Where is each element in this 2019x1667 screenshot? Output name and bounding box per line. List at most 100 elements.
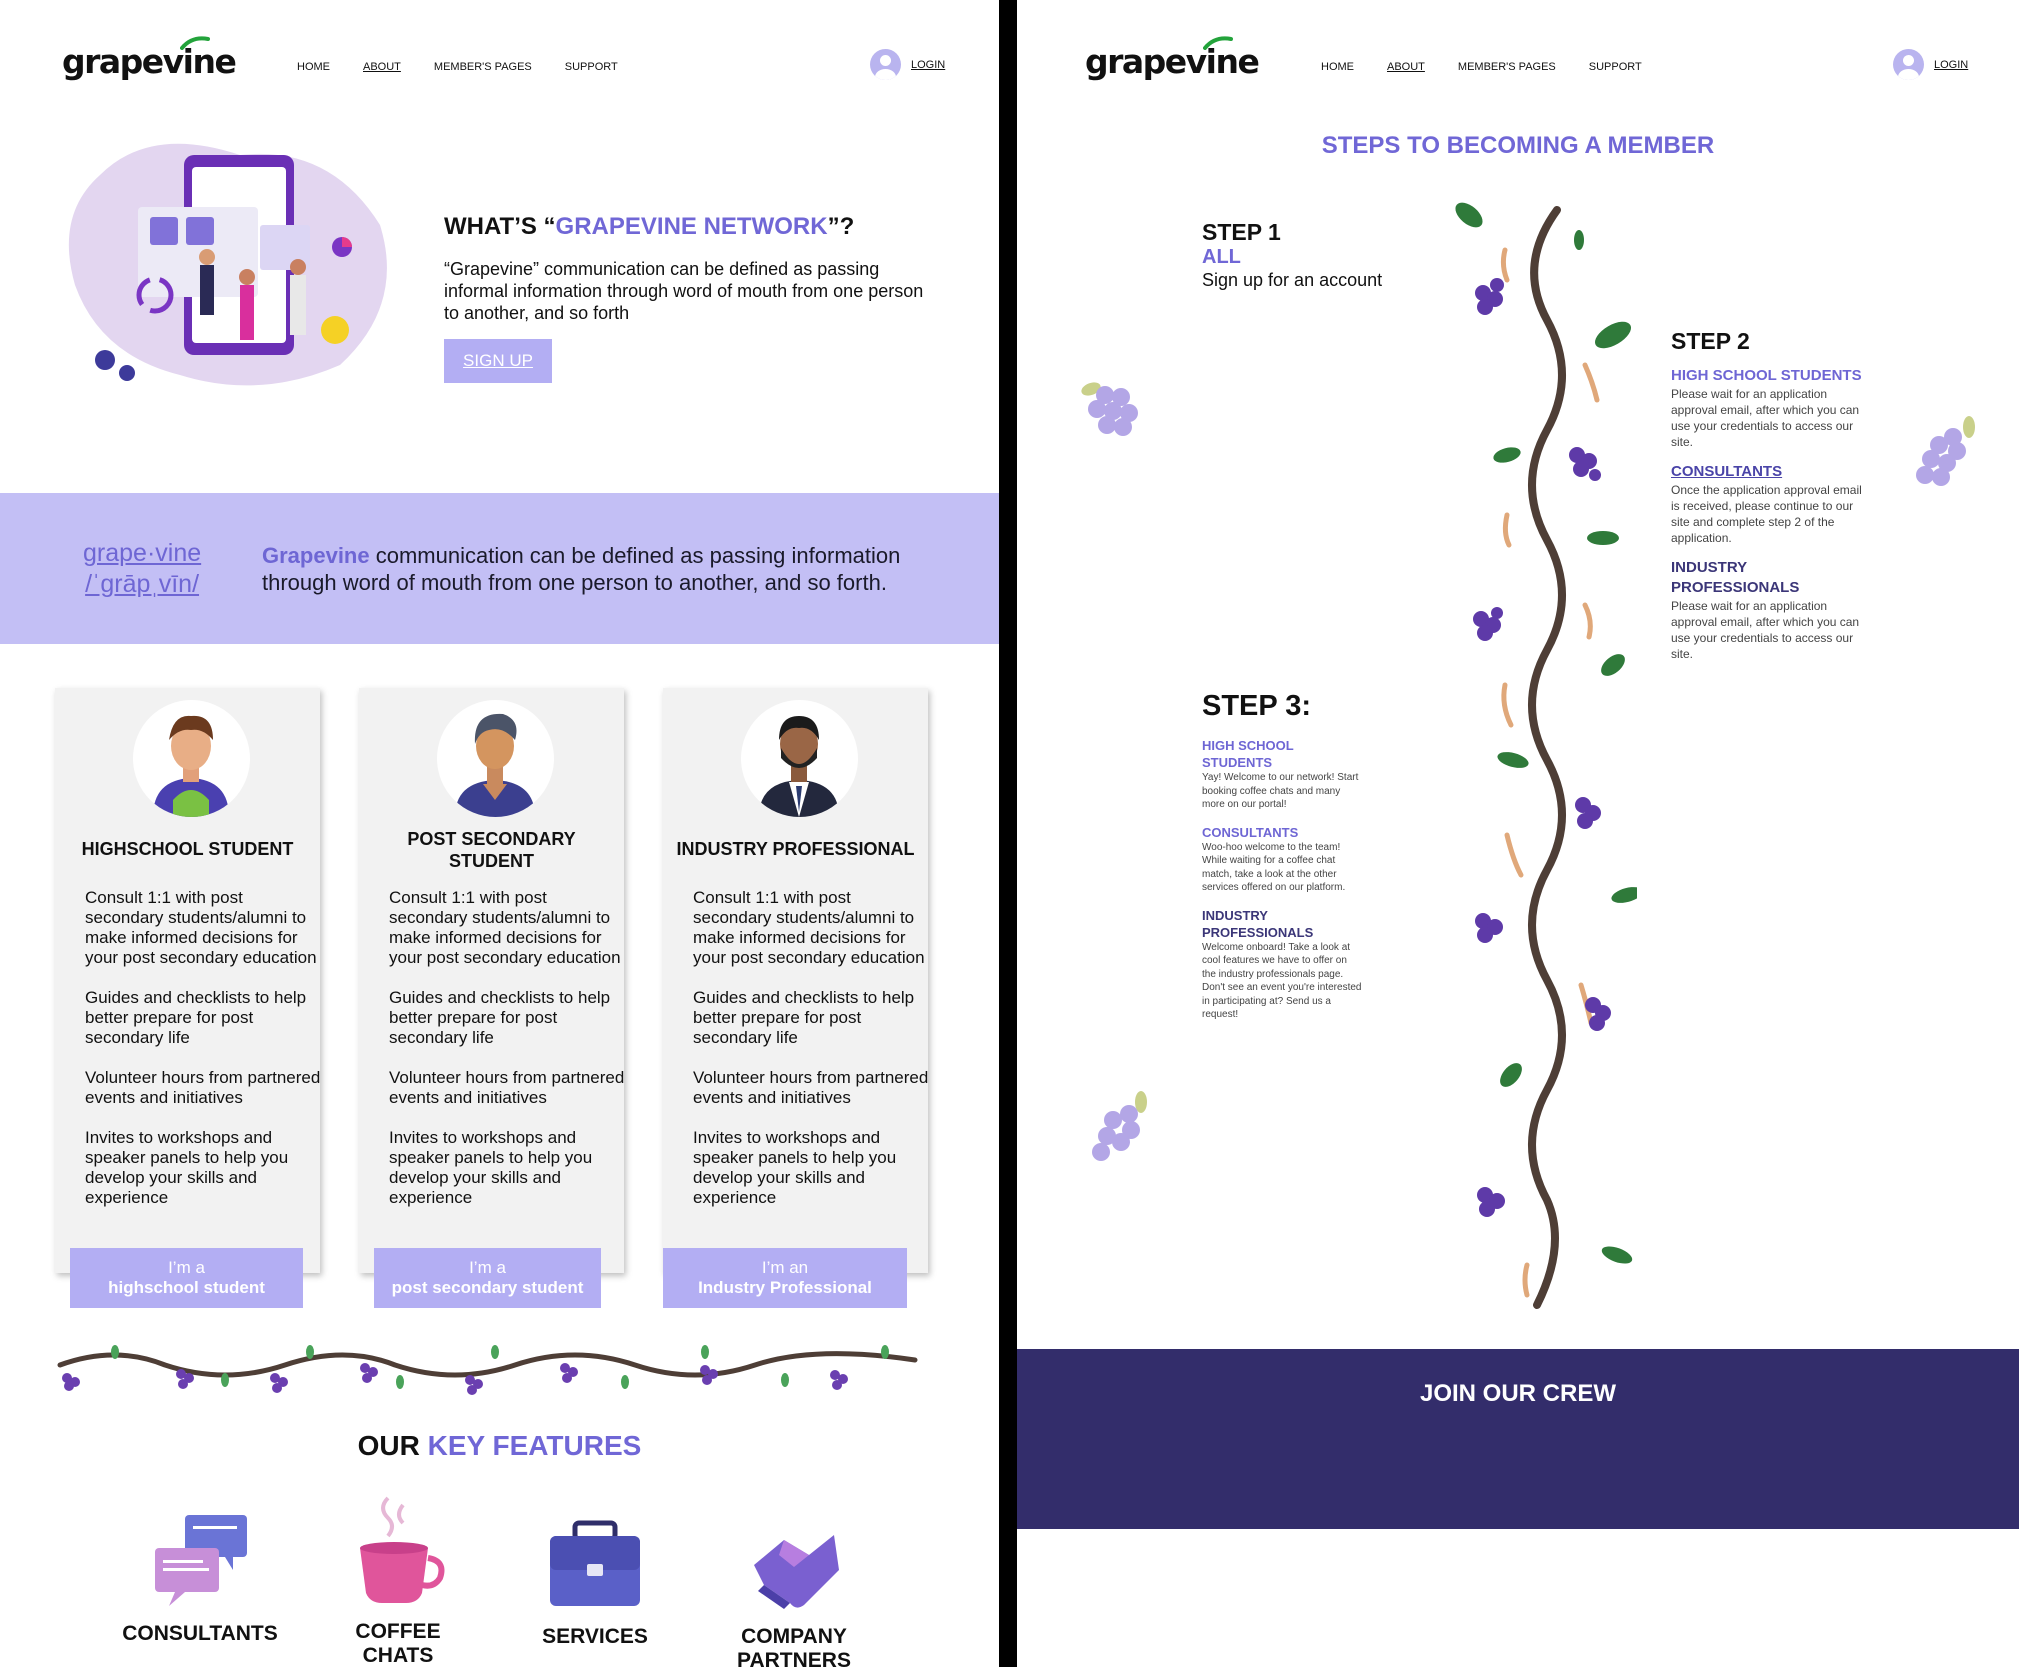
highschool-button[interactable]: I’m a highschool student bbox=[70, 1248, 303, 1308]
cta-line1: I’m a bbox=[168, 1258, 205, 1277]
steps-title: STEPS TO BECOMING A MEMBER bbox=[1321, 132, 1715, 159]
nav-support[interactable]: SUPPORT bbox=[1589, 61, 1642, 73]
grape-cluster-icon bbox=[1081, 382, 1138, 436]
industry-professional-button[interactable]: I’m an Industry Professional bbox=[663, 1248, 907, 1308]
chat-bubbles-icon bbox=[155, 1515, 247, 1606]
hero-title-accent: GRAPEVINE NETWORK bbox=[555, 213, 828, 240]
definition-text: Grapevine communication can be defined a… bbox=[262, 542, 962, 596]
step3-group-text: Woo-hoo welcome to the team! While waiti… bbox=[1202, 841, 1346, 894]
step1-heading: STEP 1 bbox=[1202, 219, 1281, 245]
vine-illustration bbox=[1455, 202, 1637, 1309]
feature-label: COMPANY PARTNERS bbox=[737, 1625, 851, 1667]
card-title: POST SECONDARY STUDENT bbox=[407, 829, 576, 871]
key-features-accent: KEY FEATURES bbox=[427, 1430, 642, 1461]
landing-page: grapevine HOME ABOUT MEMBER'S PAGES SUPP… bbox=[0, 0, 999, 1667]
card-points: Consult 1:1 with post secondary students… bbox=[85, 888, 325, 1228]
post-secondary-button[interactable]: I’m a post secondary student bbox=[374, 1248, 601, 1308]
step2-group-title: INDUSTRY PROFESSIONALS bbox=[1671, 559, 1800, 596]
card-point: Volunteer hours from partnered events an… bbox=[389, 1068, 625, 1107]
highschool-avatar bbox=[133, 700, 250, 817]
card-point: Guides and checklists to help better pre… bbox=[389, 988, 611, 1047]
nav-home[interactable]: HOME bbox=[297, 61, 330, 73]
login-label: LOGIN bbox=[1934, 58, 1969, 71]
cta-line2: post secondary student bbox=[391, 1278, 584, 1297]
card-title: HIGHSCHOOL STUDENT bbox=[81, 839, 294, 859]
step2-group-text: Please wait for an application approval … bbox=[1671, 599, 1860, 661]
feature-services[interactable]: SERVICES bbox=[515, 1518, 675, 1649]
handshake-icon bbox=[754, 1535, 839, 1609]
definition-word[interactable]: grape·vine /ˈɡrāpˌvīn/ bbox=[83, 538, 201, 600]
post-secondary-avatar bbox=[437, 700, 554, 817]
logo-leaf-icon bbox=[180, 36, 210, 50]
card-point: Invites to workshops and speaker panels … bbox=[693, 1128, 897, 1207]
step2-group-title[interactable]: CONSULTANTS bbox=[1671, 462, 1871, 482]
card-point: Invites to workshops and speaker panels … bbox=[85, 1128, 289, 1207]
card-title: INDUSTRY PROFESSIONAL bbox=[676, 839, 915, 859]
membership-steps-page: grapevine HOME ABOUT MEMBER'S PAGES SUPP… bbox=[1017, 0, 2019, 1667]
signup-button[interactable]: SIGN UP bbox=[444, 339, 552, 383]
card-industry-professional: INDUSTRY PROFESSIONAL Consult 1:1 with p… bbox=[663, 688, 928, 1308]
nav-members[interactable]: MEMBER'S PAGES bbox=[434, 61, 532, 73]
card-point: Guides and checklists to help better pre… bbox=[693, 988, 915, 1047]
cta-line1: I’m an bbox=[761, 1258, 809, 1277]
hero-title-suffix: ”? bbox=[827, 213, 855, 240]
step3-group-title: HIGH SCHOOL STUDENTS bbox=[1202, 738, 1294, 770]
feature-company-partners[interactable]: COMPANY PARTNERS bbox=[714, 1525, 874, 1667]
feature-label: COFFEE CHATS bbox=[355, 1620, 441, 1667]
step2-group-text: Please wait for an application approval … bbox=[1671, 387, 1860, 449]
feature-consultants[interactable]: CONSULTANTS bbox=[120, 1510, 280, 1646]
step3-heading: STEP 3: bbox=[1202, 690, 1312, 722]
briefcase-icon bbox=[550, 1520, 640, 1606]
brand-logo[interactable]: grapevine bbox=[1085, 36, 1260, 81]
brand-logo[interactable]: grapevine bbox=[62, 36, 237, 81]
nav-about[interactable]: ABOUT bbox=[363, 61, 401, 73]
step3-groups: HIGH SCHOOL STUDENTS Yay! Welcome to our… bbox=[1202, 737, 1362, 1034]
step1-audience: ALL bbox=[1202, 246, 1241, 268]
feature-label: CONSULTANTS bbox=[122, 1622, 278, 1645]
step3-group-title: CONSULTANTS bbox=[1202, 824, 1299, 840]
card-point: Guides and checklists to help better pre… bbox=[85, 988, 307, 1047]
hero-title-prefix: WHAT’S “ bbox=[444, 213, 556, 240]
main-nav: HOME ABOUT MEMBER'S PAGES SUPPORT bbox=[297, 61, 618, 73]
grape-cluster-icon bbox=[1092, 1091, 1147, 1161]
hero-illustration bbox=[68, 143, 387, 386]
join-title: JOIN OUR CREW bbox=[1419, 1380, 1616, 1407]
step3-group-title: INDUSTRY PROFESSIONALS bbox=[1202, 907, 1314, 940]
card-point: Invites to workshops and speaker panels … bbox=[389, 1128, 593, 1207]
card-point: Volunteer hours from partnered events an… bbox=[85, 1068, 321, 1107]
nav-home[interactable]: HOME bbox=[1321, 61, 1354, 73]
vine-divider bbox=[57, 1345, 918, 1395]
key-features-title: OUR KEY FEATURES bbox=[0, 1430, 999, 1462]
grape-cluster-icon bbox=[1916, 416, 1975, 486]
cta-line2: highschool student bbox=[108, 1278, 265, 1297]
card-point: Volunteer hours from partnered events an… bbox=[693, 1068, 929, 1107]
key-features-prefix: OUR bbox=[357, 1430, 428, 1461]
card-point: Consult 1:1 with post secondary students… bbox=[389, 888, 621, 967]
nav-about[interactable]: ABOUT bbox=[1387, 61, 1425, 73]
nav-support[interactable]: SUPPORT bbox=[565, 61, 618, 73]
cta-line2: Industry Professional bbox=[698, 1278, 872, 1297]
hero-description: “Grapevine” communication can be defined… bbox=[444, 259, 924, 323]
main-nav: HOME ABOUT MEMBER'S PAGES SUPPORT bbox=[1321, 61, 1642, 73]
logo-leaf-icon bbox=[1203, 36, 1233, 50]
definition-accent: Grapevine bbox=[262, 543, 370, 568]
feature-label: SERVICES bbox=[542, 1625, 648, 1648]
card-highschool: HIGHSCHOOL STUDENT Consult 1:1 with post… bbox=[55, 688, 320, 1308]
login-link[interactable]: LOGIN bbox=[1893, 49, 1968, 80]
feature-coffee-chats[interactable]: COFFEE CHATS bbox=[318, 1493, 478, 1667]
card-point: Consult 1:1 with post secondary students… bbox=[693, 888, 925, 967]
definition-pronunciation: /ˈɡrāpˌvīn/ bbox=[85, 570, 200, 598]
step1-text: Sign up for an account bbox=[1202, 270, 1383, 290]
card-points: Consult 1:1 with post secondary students… bbox=[693, 888, 933, 1228]
join-section bbox=[1017, 1349, 2019, 1529]
user-icon bbox=[1893, 49, 1924, 80]
nav-members[interactable]: MEMBER'S PAGES bbox=[1458, 61, 1556, 73]
step3-group-text: Welcome onboard! Take a look at cool fea… bbox=[1202, 941, 1362, 1021]
card-point: Consult 1:1 with post secondary students… bbox=[85, 888, 317, 967]
card-post-secondary: POST SECONDARY STUDENT Consult 1:1 with … bbox=[359, 688, 624, 1308]
step2-group-text: Once the application approval email is r… bbox=[1671, 483, 1862, 545]
login-link[interactable]: LOGIN bbox=[870, 49, 945, 80]
coffee-cup-icon bbox=[360, 1496, 445, 1603]
cta-line1: I’m a bbox=[469, 1258, 506, 1277]
card-points: Consult 1:1 with post secondary students… bbox=[389, 888, 629, 1228]
